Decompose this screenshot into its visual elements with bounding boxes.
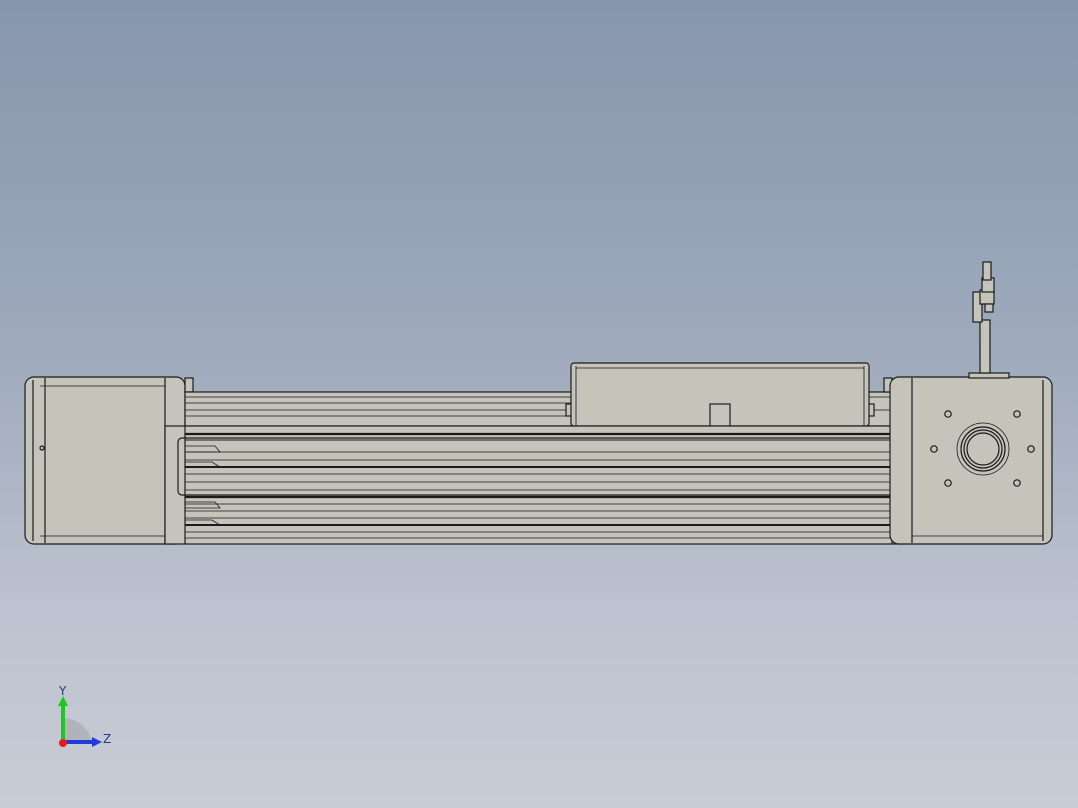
z-axis-arrowhead [92, 737, 102, 747]
x-axis-dot [59, 739, 67, 747]
extrusion-profile [164, 425, 904, 545]
actuator-model[interactable] [0, 0, 1078, 808]
end-block[interactable] [889, 376, 1053, 545]
view-orientation-triad: Y Z [58, 684, 111, 747]
y-axis-label: Y [58, 684, 67, 698]
limit-sensor[interactable] [968, 261, 1010, 379]
carriage-block[interactable] [570, 362, 870, 427]
triad-plane-indicator [63, 718, 92, 742]
cad-viewport[interactable]: Y Z [0, 0, 1078, 808]
z-axis-label: Z [103, 732, 111, 746]
